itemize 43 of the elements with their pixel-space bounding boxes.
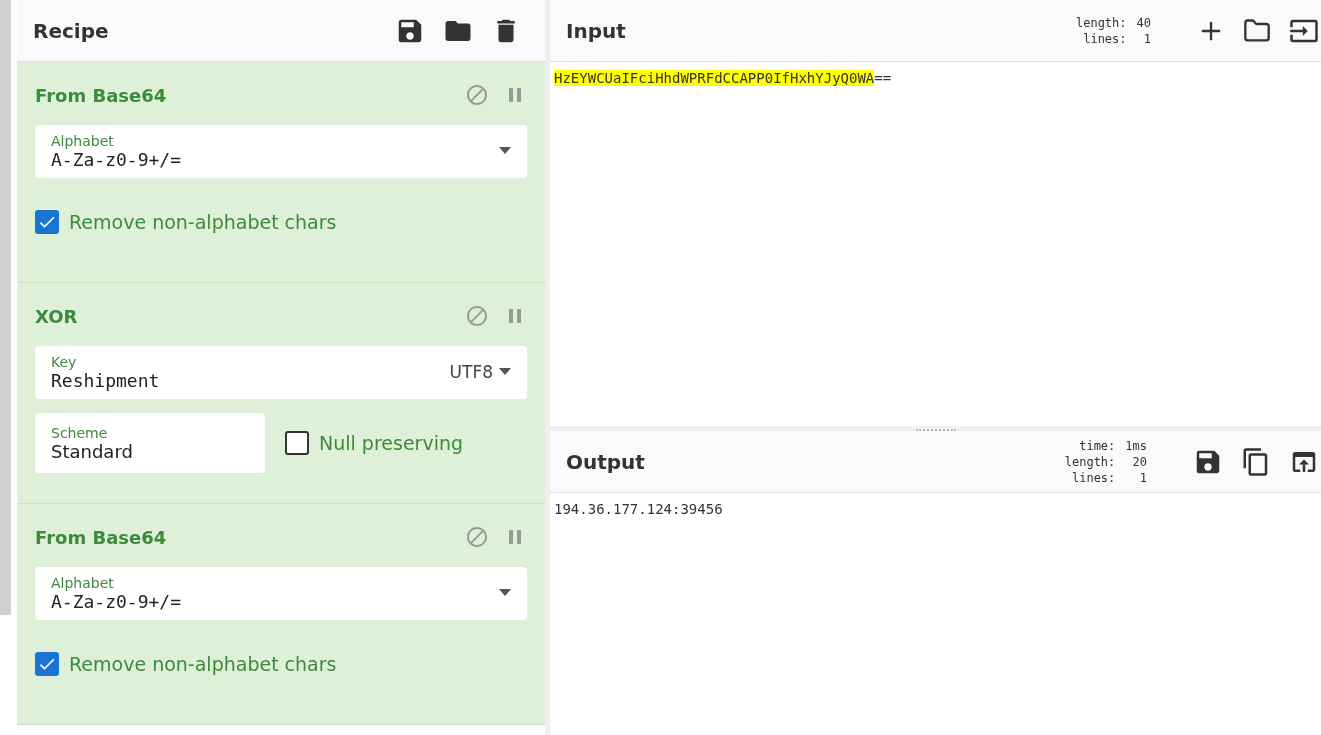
caret-icon <box>499 589 511 597</box>
folder-icon[interactable] <box>1243 16 1271 45</box>
field-value: A-Za-z0-9+/= <box>51 590 183 612</box>
key-field[interactable]: Key Reshipment UTF8 <box>35 345 527 399</box>
stat-label: time: <box>1078 437 1116 454</box>
field-label: Key <box>51 353 78 370</box>
operation-name: From Base64 <box>35 526 168 548</box>
stat-value: 1ms <box>1125 437 1147 454</box>
scrollbar[interactable] <box>0 0 11 615</box>
stat-value: 1 <box>1142 30 1151 47</box>
field-label: Scheme <box>51 424 109 441</box>
alphabet-dropdown[interactable]: Alphabet A-Za-z0-9+/= <box>35 566 527 620</box>
stat-value: 40 <box>1136 14 1151 31</box>
field-value: Reshipment <box>51 369 161 391</box>
checkbox[interactable] <box>35 652 59 676</box>
field-value: Standard <box>51 440 134 462</box>
checkbox-label: Remove non-alphabet chars <box>69 211 337 233</box>
encoding-dropdown[interactable]: UTF8 <box>449 362 511 382</box>
stat-label: length: <box>1075 14 1127 31</box>
checkbox-label: Remove non-alphabet chars <box>69 653 337 675</box>
stat-value: 1 <box>1138 469 1147 486</box>
field-label: Alphabet <box>51 132 115 149</box>
panel-title: Output <box>566 449 646 474</box>
field-value: A-Za-z0-9+/= <box>51 148 183 170</box>
highlighted-text: HzEYWCUaIFciHhdWPRFdCCAPP0IfHxhYJyQ0WA <box>554 70 875 86</box>
stat-label: lines: <box>1070 469 1116 486</box>
panel-title: Recipe <box>33 18 110 43</box>
operation-name: From Base64 <box>35 84 168 106</box>
stat-label: length: <box>1064 453 1116 470</box>
checkbox[interactable] <box>285 431 309 455</box>
field-label: Alphabet <box>51 574 115 591</box>
scheme-field[interactable]: Scheme Standard <box>35 413 265 473</box>
stat-value: 20 <box>1131 453 1147 470</box>
alphabet-dropdown[interactable]: Alphabet A-Za-z0-9+/= <box>35 124 527 178</box>
stat-label: lines: <box>1082 30 1127 47</box>
checkbox[interactable] <box>35 210 59 234</box>
caret-icon <box>499 147 511 155</box>
input-text: == <box>874 70 892 86</box>
checkbox-label: Null preserving <box>319 432 464 454</box>
output-text: 194.36.177.124:39456 <box>553 500 724 519</box>
operation-name: XOR <box>35 305 79 327</box>
panel-title: Input <box>566 18 627 43</box>
caret-icon <box>499 368 511 376</box>
